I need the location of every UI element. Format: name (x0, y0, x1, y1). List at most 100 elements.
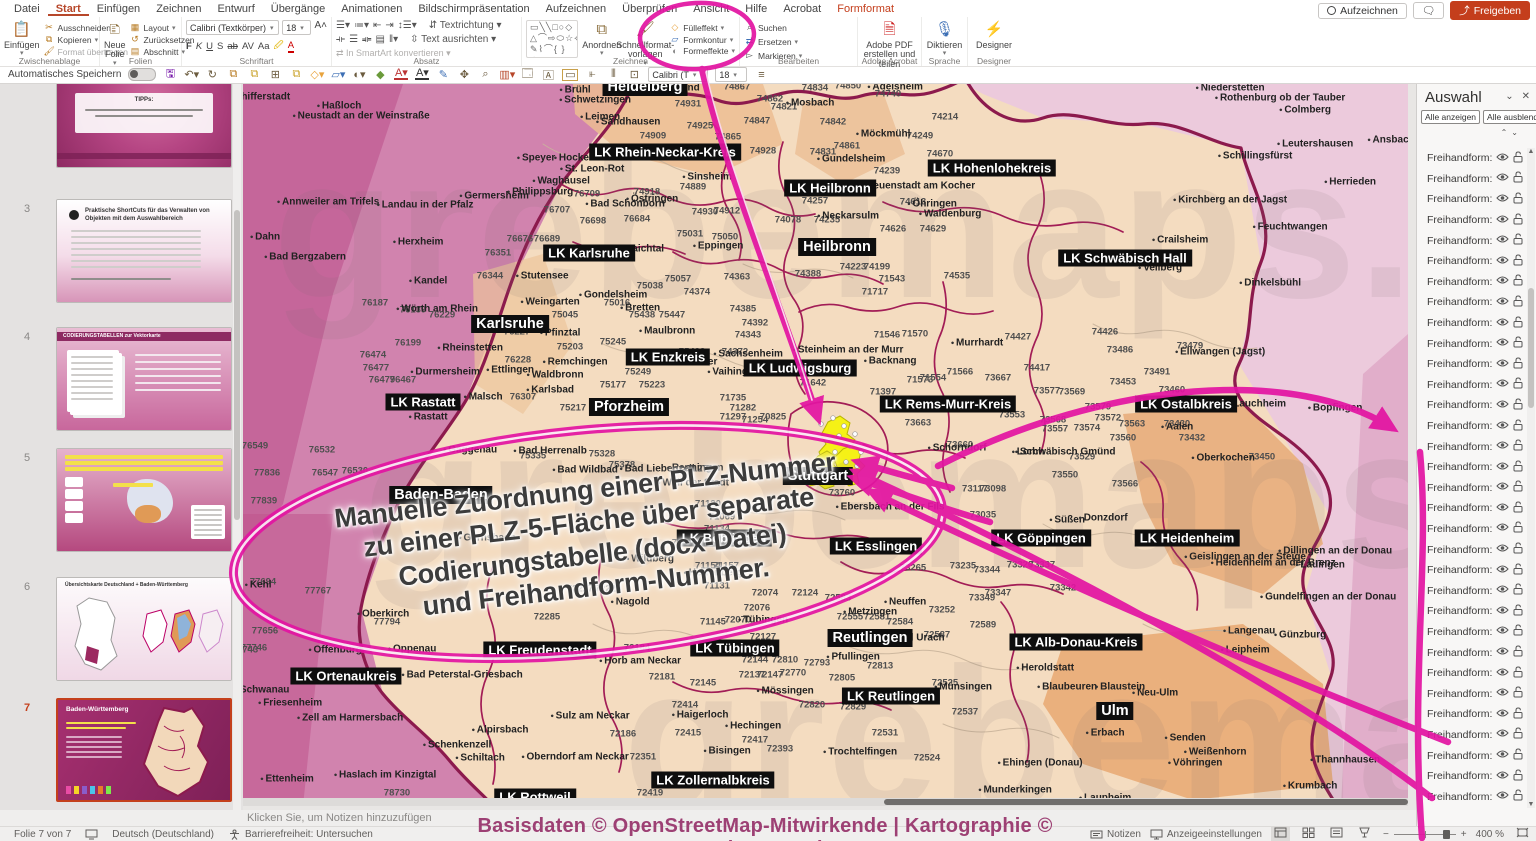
district-label[interactable]: LK Esslingen (830, 538, 922, 555)
textbox-icon[interactable]: 🄰 (541, 67, 555, 83)
visibility-eye-icon[interactable] (1496, 234, 1509, 247)
copy-icon-qat[interactable]: ⧉ (247, 68, 261, 81)
visibility-eye-icon[interactable] (1496, 543, 1509, 556)
tab-formformat[interactable]: Formformat (829, 2, 902, 16)
share-button[interactable]: ⤴Freigeben (1450, 1, 1530, 20)
district-label[interactable]: LK Enzkreis (626, 349, 710, 366)
shape-outline-icon-qat[interactable]: ▱▾ (331, 68, 345, 81)
visibility-eye-icon[interactable] (1496, 687, 1509, 700)
unlock-icon[interactable] (1513, 624, 1524, 639)
menu-item-aufzeichnen[interactable]: Aufzeichnen (538, 2, 615, 16)
visibility-eye-icon[interactable] (1496, 522, 1509, 535)
dictate-button[interactable]: 🎙Diktieren▾ (926, 20, 963, 54)
visibility-eye-icon[interactable] (1496, 193, 1509, 206)
shape-list-item[interactable]: Freihandform: Form 2... (1417, 601, 1526, 622)
unlock-icon[interactable] (1513, 419, 1524, 434)
columns-icon[interactable]: ‖▾ (389, 34, 398, 45)
unlock-icon[interactable] (1513, 254, 1524, 269)
district-label[interactable]: LK Karlsruhe (543, 245, 635, 262)
align-left-icon[interactable]: ⟛ (336, 34, 345, 45)
align-objects-icon[interactable]: ⫦ (585, 68, 599, 81)
shape-list-item[interactable]: Freihandform: Form 2... (1417, 663, 1526, 684)
move-icon[interactable]: ✥ (457, 68, 471, 81)
shape-list-item[interactable]: Freihandform: Form 2... (1417, 622, 1526, 643)
menu-item-datei[interactable]: Datei (6, 2, 48, 16)
visibility-eye-icon[interactable] (1496, 378, 1509, 391)
bring-forward-icon[interactable]: ⌃ (1501, 128, 1512, 137)
unlock-icon[interactable] (1513, 233, 1524, 248)
normal-view-button[interactable] (1271, 826, 1290, 841)
slide-thumbnail-6[interactable]: Übersichtskarte Deutschland + Baden-Würt… (56, 577, 232, 681)
shape-list-item[interactable]: Freihandform: Form 2... (1417, 580, 1526, 601)
duplicate-icon[interactable]: ⊞ (268, 68, 282, 81)
unlock-icon[interactable] (1513, 686, 1524, 701)
district-label[interactable]: LK Rastatt (385, 394, 460, 411)
replace-button[interactable]: ⇄Ersetzen▾ (744, 36, 802, 47)
chart-icon[interactable]: ▥▾ (499, 68, 513, 81)
slide-canvas[interactable]: grebemaps.de grebemaps.de grebemaps.de H… (243, 84, 1408, 800)
visibility-eye-icon[interactable] (1496, 296, 1509, 309)
shape-outline-button[interactable]: ▱Formkontur▾ (669, 34, 735, 45)
visibility-eye-icon[interactable] (1496, 667, 1509, 680)
menu-item-einfügen[interactable]: Einfügen (89, 2, 148, 16)
district-label[interactable]: Ulm (1096, 702, 1133, 720)
fit-slide-button[interactable] (1513, 826, 1532, 841)
unlock-icon[interactable] (1513, 213, 1524, 228)
shape-list-item[interactable]: Freihandform: Form 2... (1417, 766, 1526, 787)
redo-icon[interactable]: ↻ (205, 68, 219, 81)
slide-thumbnail-3[interactable]: Praktische ShortCuts für das Verwalten v… (56, 199, 232, 303)
font-name-select[interactable]: Calibri (Textkörper)▾ (186, 20, 279, 35)
district-label[interactable]: LK Freudenstadt (483, 642, 596, 659)
save-icon[interactable]: 🖫 (163, 65, 177, 84)
shape-list-item[interactable]: Freihandform: Form 2... (1417, 786, 1526, 807)
district-label[interactable]: LK Rhein-Neckar-Kreis (589, 144, 741, 161)
visibility-eye-icon[interactable] (1496, 749, 1509, 762)
unlock-icon[interactable] (1513, 666, 1524, 681)
district-label[interactable]: Heidelberg (603, 84, 688, 96)
text-direction-button[interactable]: ⇵ Textrichtung ▾ (429, 20, 502, 31)
visibility-eye-icon[interactable] (1496, 337, 1509, 350)
adobe-pdf-button[interactable]: 🗎Adobe PDF erstellen und teilen (862, 20, 917, 54)
visibility-eye-icon[interactable] (1496, 275, 1509, 288)
visibility-eye-icon[interactable] (1496, 255, 1509, 268)
unlock-icon[interactable] (1513, 789, 1524, 804)
district-label[interactable]: Baden-Baden (389, 486, 492, 504)
fill-color-icon[interactable]: ◇▾ (310, 68, 324, 81)
shape-list-item[interactable]: Freihandform: Form 2... (1417, 230, 1526, 251)
find-button[interactable]: ⌕Suchen (744, 22, 802, 33)
unlock-icon[interactable] (1513, 521, 1524, 536)
menu-item-übergänge[interactable]: Übergänge (263, 2, 333, 16)
slide-thumbnail-2[interactable]: TIPPs: (56, 84, 232, 168)
paste-icon[interactable]: ⧉ (226, 68, 240, 81)
menu-item-hilfe[interactable]: Hilfe (737, 2, 775, 16)
shape-list-item[interactable]: Freihandform: Form 2... (1417, 292, 1526, 313)
visibility-eye-icon[interactable] (1496, 461, 1509, 474)
slide-thumbnail-5[interactable] (56, 448, 232, 552)
menu-item-entwurf[interactable]: Entwurf (209, 2, 262, 16)
line-spacing-icon[interactable]: ↕☰▾ (398, 20, 417, 31)
unlock-icon[interactable] (1513, 604, 1524, 619)
menu-item-acrobat[interactable]: Acrobat (775, 2, 829, 16)
unlock-icon[interactable] (1513, 357, 1524, 372)
shape-list-item[interactable]: Freihandform: Form 2... (1417, 251, 1526, 272)
shape-list-item[interactable]: Freihandform: Form 2... (1417, 189, 1526, 210)
visibility-eye-icon[interactable] (1496, 420, 1509, 433)
line-spacing-icon-qat[interactable]: ≡ (754, 69, 768, 81)
shape-list-item[interactable]: Freihandform: Form 2... (1417, 395, 1526, 416)
district-label[interactable]: LK Schwäbisch Hall (1058, 250, 1192, 267)
autosave-toggle[interactable] (128, 68, 156, 81)
picture-icon[interactable]: 🗔 (520, 65, 534, 84)
italic-button[interactable]: K (196, 41, 202, 52)
grow-font-icon[interactable]: A˄ (314, 20, 327, 35)
unlock-icon[interactable] (1513, 583, 1524, 598)
unlock-icon[interactable] (1513, 480, 1524, 495)
numbering-icon[interactable]: ≔▾ (354, 20, 369, 31)
bullets-icon[interactable]: ☰▾ (336, 20, 350, 31)
visibility-eye-icon[interactable] (1496, 502, 1509, 515)
unlock-icon[interactable] (1513, 377, 1524, 392)
reading-view-button[interactable] (1327, 826, 1346, 841)
unlock-icon[interactable] (1513, 769, 1524, 784)
unlock-icon[interactable] (1513, 542, 1524, 557)
unlock-icon[interactable] (1513, 316, 1524, 331)
outdent-icon[interactable]: ⇤ (373, 20, 381, 31)
